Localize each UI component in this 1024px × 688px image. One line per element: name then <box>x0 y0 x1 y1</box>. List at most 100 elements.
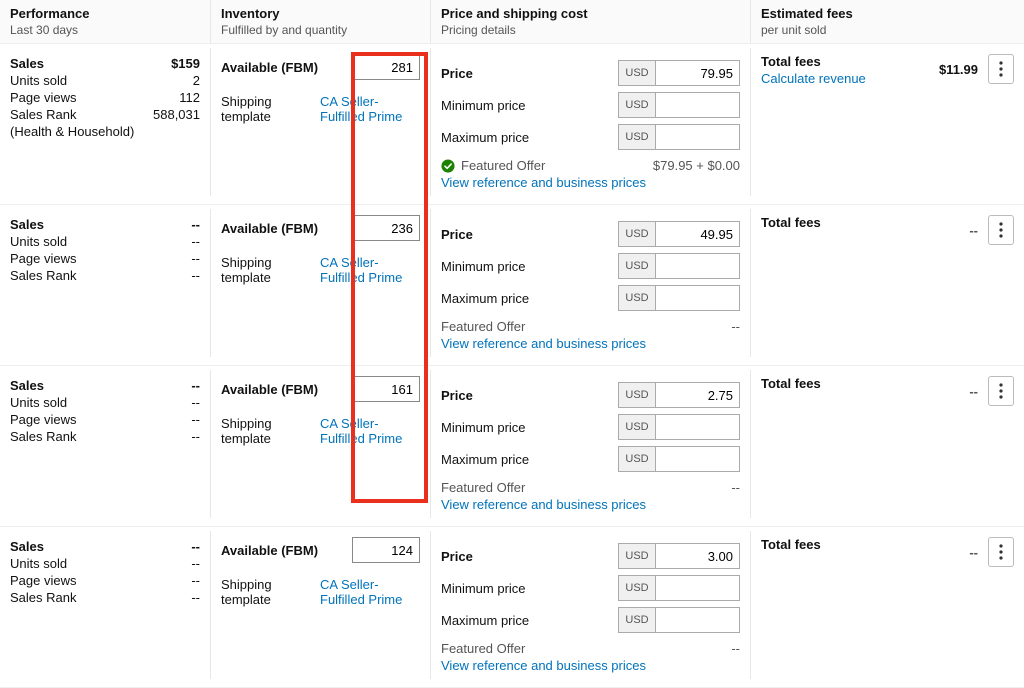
quantity-input[interactable] <box>352 537 420 563</box>
vertical-dots-icon <box>999 544 1003 560</box>
currency-badge: USD <box>618 221 656 247</box>
row-actions-button[interactable] <box>988 537 1014 567</box>
table-row: Sales-- Units sold-- Page views-- Sales … <box>0 527 1024 688</box>
column-header-row: Performance Last 30 days Inventory Fulfi… <box>0 0 1024 44</box>
featured-offer-value: $79.95 + $0.00 <box>653 158 740 173</box>
featured-offer-label: Featured Offer <box>441 480 525 495</box>
rank-value: -- <box>191 590 200 605</box>
units-label: Units sold <box>10 73 67 88</box>
col-performance-title: Performance <box>10 6 200 21</box>
max-price-input[interactable] <box>656 124 740 150</box>
featured-offer-value: -- <box>731 319 740 334</box>
currency-badge: USD <box>618 446 656 472</box>
units-value: -- <box>191 234 200 249</box>
rank-value: -- <box>191 268 200 283</box>
vertical-dots-icon <box>999 61 1003 77</box>
featured-offer-label: Featured Offer <box>441 641 525 656</box>
max-price-label: Maximum price <box>441 452 529 467</box>
check-circle-icon <box>441 159 455 173</box>
total-fees-label: Total fees <box>761 376 821 391</box>
min-price-input[interactable] <box>656 414 740 440</box>
shipping-template-link[interactable]: CA Seller-Fulfilled Prime <box>320 255 420 285</box>
max-price-input[interactable] <box>656 285 740 311</box>
shipping-template-link[interactable]: CA Seller-Fulfilled Prime <box>320 416 420 446</box>
price-label: Price <box>441 549 473 564</box>
views-label: Page views <box>10 573 76 588</box>
shipping-template-label: Shipping template <box>221 255 314 285</box>
sales-value: -- <box>191 539 200 554</box>
views-value: -- <box>191 251 200 266</box>
price-label: Price <box>441 388 473 403</box>
sales-label: Sales <box>10 217 44 232</box>
row-actions-button[interactable] <box>988 376 1014 406</box>
currency-badge: USD <box>618 92 656 118</box>
col-price-title: Price and shipping cost <box>441 6 740 21</box>
shipping-template-link[interactable]: CA Seller-Fulfilled Prime <box>320 94 420 124</box>
price-input[interactable] <box>656 221 740 247</box>
rank-category: (Health & Household) <box>10 124 200 139</box>
row-actions-button[interactable] <box>988 54 1014 84</box>
price-input[interactable] <box>656 60 740 86</box>
units-value: -- <box>191 556 200 571</box>
units-label: Units sold <box>10 234 67 249</box>
shipping-template-label: Shipping template <box>221 577 314 607</box>
min-price-label: Minimum price <box>441 98 526 113</box>
available-fbm-label: Available (FBM) <box>221 60 318 75</box>
featured-offer-label: Featured Offer <box>441 319 525 334</box>
total-fees-label: Total fees <box>761 537 821 552</box>
max-price-input[interactable] <box>656 446 740 472</box>
calculate-revenue-link[interactable]: Calculate revenue <box>761 71 866 86</box>
col-fees-title: Estimated fees <box>761 6 1014 21</box>
total-fees-value: $11.99 <box>939 62 978 77</box>
col-inventory-sub: Fulfilled by and quantity <box>221 23 420 37</box>
currency-badge: USD <box>618 607 656 633</box>
featured-offer-label: Featured Offer <box>461 158 545 173</box>
col-inventory-title: Inventory <box>221 6 420 21</box>
min-price-input[interactable] <box>656 575 740 601</box>
rank-label: Sales Rank <box>10 107 76 122</box>
reference-prices-link[interactable]: View reference and business prices <box>441 658 740 673</box>
quantity-input[interactable] <box>352 54 420 80</box>
table-row: Sales $159 Units sold 2 Page views 112 Sale… <box>0 44 1024 205</box>
price-input[interactable] <box>656 382 740 408</box>
featured-offer-value: -- <box>731 480 740 495</box>
quantity-input[interactable] <box>352 376 420 402</box>
sales-label: Sales <box>10 378 44 393</box>
table-row: Sales-- Units sold-- Page views-- Sales … <box>0 205 1024 366</box>
currency-badge: USD <box>618 543 656 569</box>
currency-badge: USD <box>618 382 656 408</box>
max-price-label: Maximum price <box>441 291 529 306</box>
max-price-label: Maximum price <box>441 130 529 145</box>
max-price-input[interactable] <box>656 607 740 633</box>
reference-prices-link[interactable]: View reference and business prices <box>441 336 740 351</box>
views-label: Page views <box>10 412 76 427</box>
views-value: 112 <box>179 90 200 105</box>
units-value: 2 <box>193 73 200 88</box>
reference-prices-link[interactable]: View reference and business prices <box>441 497 740 512</box>
views-label: Page views <box>10 90 76 105</box>
rank-value: 588,031 <box>153 107 200 122</box>
rank-label: Sales Rank <box>10 590 76 605</box>
shipping-template-label: Shipping template <box>221 416 314 446</box>
col-fees-sub: per unit sold <box>761 23 1014 37</box>
views-label: Page views <box>10 251 76 266</box>
reference-prices-link[interactable]: View reference and business prices <box>441 175 740 190</box>
min-price-input[interactable] <box>656 253 740 279</box>
min-price-label: Minimum price <box>441 259 526 274</box>
units-label: Units sold <box>10 556 67 571</box>
price-input[interactable] <box>656 543 740 569</box>
col-price-sub: Pricing details <box>441 23 740 37</box>
views-value: -- <box>191 573 200 588</box>
total-fees-value: -- <box>969 384 978 399</box>
row-actions-button[interactable] <box>988 215 1014 245</box>
sales-value: $159 <box>171 56 200 71</box>
quantity-input[interactable] <box>352 215 420 241</box>
shipping-template-link[interactable]: CA Seller-Fulfilled Prime <box>320 577 420 607</box>
shipping-template-label: Shipping template <box>221 94 314 124</box>
sales-value: -- <box>191 217 200 232</box>
total-fees-label: Total fees <box>761 215 821 230</box>
min-price-input[interactable] <box>656 92 740 118</box>
sales-label: Sales <box>10 56 44 71</box>
min-price-label: Minimum price <box>441 420 526 435</box>
available-fbm-label: Available (FBM) <box>221 221 318 236</box>
